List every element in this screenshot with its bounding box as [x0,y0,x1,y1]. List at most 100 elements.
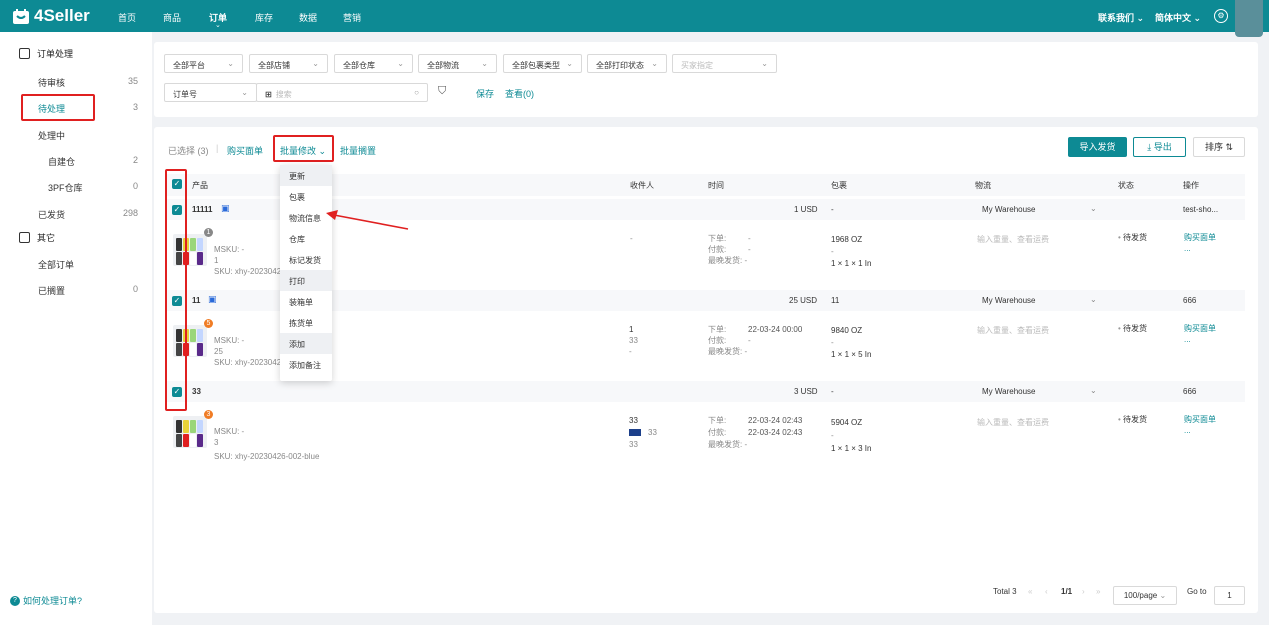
logistics-hint[interactable]: 输入重量、查看运费 [977,418,1049,428]
filter-icon[interactable]: ⛉ [438,85,446,98]
search-type-select[interactable]: 订单号 ⌄ [164,83,257,102]
sidebar-item-self-warehouse[interactable]: 自建仓 [48,155,75,168]
store-select[interactable]: 全部店铺 ⌄ [249,54,328,73]
product-thumbnail[interactable] [173,416,207,448]
select-placeholder: 买家指定 [681,61,713,70]
package-no: - [831,387,834,396]
print-status-select[interactable]: 全部打印状态 ⌄ [587,54,667,73]
buy-label-link[interactable]: 购买面单 [1184,233,1216,243]
select-value: 全部包裹类型 [512,61,560,70]
sidebar-item-3pf-warehouse[interactable]: 3PF仓库 [48,181,83,194]
more-actions[interactable]: ... [1184,335,1191,345]
package-sep: - [831,247,834,256]
status-dot: • [1118,324,1121,333]
export-button[interactable]: ⤓ 导出 [1133,137,1186,157]
sort-label: 排序 [1204,142,1223,152]
more-actions[interactable]: ... [1184,244,1191,254]
buy-label-link[interactable]: 购买面单 [1184,415,1216,425]
warehouse-select[interactable]: My Warehouse [982,387,1036,397]
sort-button[interactable]: 排序 ⇅ [1193,137,1245,157]
recipient-line: - [629,347,632,356]
settings-gear-icon[interactable]: ⚙ [1214,9,1228,23]
menu-item-add-note[interactable]: 添加备注 [280,354,332,375]
last-page-icon[interactable]: » [1096,587,1100,596]
platform-select[interactable]: 全部平台 ⌄ [164,54,243,73]
contact-label: 联系我们 [1098,13,1135,23]
quantity-badge: 1 [204,228,213,237]
annotation-arrow [326,210,409,230]
menu-item-package[interactable]: 包裹 [280,186,332,207]
first-page-icon[interactable]: « [1028,587,1032,596]
sidebar-count: 2 [132,155,138,165]
nav-marketing[interactable]: 营销 [343,11,361,24]
sidebar-item-shelved[interactable]: 已搁置 [38,284,65,297]
sidebar-section-order-processing[interactable]: 订单处理 [19,47,73,60]
recipient-name: - [630,234,633,243]
prev-page-icon[interactable]: ‹ [1045,587,1048,596]
package-type-select[interactable]: 全部包裹类型 ⌄ [503,54,582,73]
nav-products[interactable]: 商品 [163,11,181,24]
next-page-icon[interactable]: › [1082,587,1085,596]
flag-icon [629,429,641,436]
buyer-specified-select[interactable]: 买家指定 ⌄ [672,54,777,73]
sidebar-item-shipped[interactable]: 已发货 [38,208,65,221]
menu-item-add[interactable]: 添加 [280,333,332,354]
warehouse-select[interactable]: My Warehouse [982,296,1036,306]
order-amount: 1 USD [794,205,818,214]
clipboard-icon [19,232,30,243]
nav-inventory[interactable]: 库存 [255,11,273,24]
package-weight: 5904 OZ [831,418,863,427]
time-order-value: 22-03-24 00:00 [748,325,803,334]
sidebar-item-pending-review[interactable]: 待审核 [38,76,65,89]
chevron-down-icon: ⌄ [761,59,768,68]
menu-item-packing-list[interactable]: 装箱单 [280,291,332,312]
logistics-select[interactable]: 全部物流 ⌄ [418,54,497,73]
sidebar-section-other[interactable]: 其它 [19,231,55,244]
buy-label-button[interactable]: 购买面单 [227,144,263,157]
warehouse-select[interactable]: My Warehouse [982,205,1036,215]
store-name: test-sho... [1183,205,1219,214]
goto-input[interactable]: 1 [1214,586,1245,605]
col-actions: 操作 [1183,181,1199,190]
contact-menu[interactable]: 联系我们 ⌄ [1098,11,1144,24]
save-filter-button[interactable]: 保存 [476,87,494,100]
package-no: - [831,205,834,214]
logistics-hint[interactable]: 输入重量、查看运费 [977,326,1049,336]
time-order-value: - [748,234,751,243]
logo[interactable]: 4Seller [12,6,90,26]
sidebar-item-all-orders[interactable]: 全部订单 [38,258,74,271]
menu-item-print[interactable]: 打印 [280,270,332,291]
more-actions[interactable]: ... [1184,426,1191,436]
platform-icon: ▣ [221,203,230,213]
sidebar-item-processing[interactable]: 处理中 [38,129,65,142]
menu-item-update[interactable]: 更新 [280,165,332,186]
page-size-select[interactable]: 100/page ⌄ [1113,586,1177,605]
time-ship-label: 最晚发货: - [708,347,748,356]
search-input[interactable]: ⊞ 搜索 ○ [256,83,428,102]
help-link[interactable]: ? 如何处理订单? [10,594,82,607]
chevron-down-icon: ⌄ [1159,591,1167,600]
menu-item-pick-list[interactable]: 拣货单 [280,312,332,333]
sidebar-count: 298 [122,208,138,218]
package-no: 11 [831,296,840,305]
sidebar: 订单处理 待审核 35 待处理 3 处理中 自建仓 2 3PF仓库 0 已发货 298 其… [0,32,152,625]
recipient-name: 1 [629,325,634,334]
warehouse-select[interactable]: 全部仓库 ⌄ [334,54,413,73]
menu-item-mark-shipped[interactable]: 标记发货 [280,249,332,270]
order-amount: 3 USD [794,387,818,396]
language-menu[interactable]: 简体中文 ⌄ [1155,11,1201,24]
buy-label-link[interactable]: 购买面单 [1184,324,1216,334]
nav-home[interactable]: 首页 [118,11,136,24]
language-label: 简体中文 [1155,13,1192,23]
logistics-hint[interactable]: 输入重量、查看运费 [977,235,1049,245]
nav-data[interactable]: 数据 [299,11,317,24]
view-saved-button[interactable]: 查看(0) [505,87,534,100]
import-ship-button[interactable]: 导入发货 [1068,137,1127,157]
batch-shelve-button[interactable]: 批量搁置 [340,144,376,157]
avatar[interactable] [1235,0,1263,37]
chevron-down-icon: ⌄ [1090,386,1097,395]
chevron-down-icon: ⌄ [1090,295,1097,304]
nav-orders-chevron-icon: ⌄ [215,22,221,29]
status: • 待发货 [1118,233,1147,243]
select-value: 全部打印状态 [596,61,644,70]
